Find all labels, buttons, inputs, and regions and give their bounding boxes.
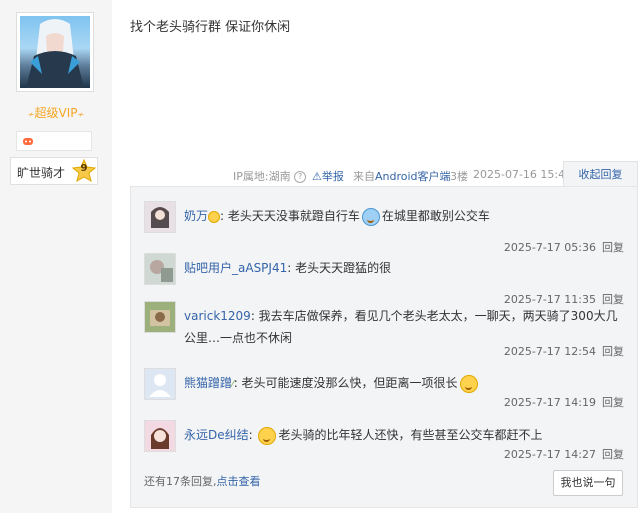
post-content: 找个老头骑行群 保证你休闲 <box>130 20 291 35</box>
avatar[interactable] <box>144 201 176 233</box>
vip-ornament-right: ≁ <box>77 110 85 119</box>
avatar[interactable] <box>144 368 176 400</box>
vip-label[interactable]: ≁超级VIP≁ <box>0 104 112 121</box>
author-avatar[interactable] <box>16 12 94 92</box>
report-link[interactable]: ⚠举报 <box>312 168 344 184</box>
reply-text: 熊猫蹭蹭⁄: 老头可能速度没那么快，但距离一项很长 <box>184 372 624 396</box>
list-item: 永远De纠结: 老头骑的比年轻人还快，有些甚至公交车都赶不上 2025-7-17… <box>144 420 624 466</box>
reply-button[interactable]: 回复 <box>602 396 624 409</box>
author-avatar-image <box>20 16 90 88</box>
reply-text: 奶万: 老头天天没事就蹬自行车 在城里都敢别公交车 <box>184 205 624 227</box>
view-more-link[interactable]: 点击查看 <box>217 475 261 488</box>
source-link[interactable]: Android客户端 <box>375 170 451 183</box>
sweat-emoji-icon <box>361 207 380 226</box>
post-date: 2025-07-16 15:45 <box>473 168 573 181</box>
reply-button[interactable]: 回复 <box>602 448 624 461</box>
reply-footer: 2025-7-17 14:19 回复 <box>503 396 624 409</box>
list-item: varick1209: 我去车店做保养，看见几个老头老太太，一聊天，两天骑了30… <box>144 301 624 373</box>
vip-ornament-left: ≁ <box>27 110 35 119</box>
avatar[interactable] <box>144 253 176 285</box>
laugh-emoji-icon <box>459 374 478 393</box>
reply-username[interactable]: 贴吧用户_aASPJ41 <box>184 261 287 275</box>
more-replies: 还有17条回复,点击查看 <box>144 475 261 488</box>
list-item: 奶万: 老头天天没事就蹬自行车 在城里都敢别公交车 2025-7-17 05:36… <box>144 201 624 261</box>
help-icon[interactable]: ? <box>294 171 307 183</box>
write-reply-button[interactable]: 我也说一句 <box>553 470 623 496</box>
avatar[interactable] <box>144 420 176 452</box>
avatar[interactable] <box>144 301 176 333</box>
reply-text: 永远De纠结: 老头骑的比年轻人还快，有些甚至公交车都赶不上 <box>184 424 624 446</box>
author-sidebar: ≁超级VIP≁ 旷世骑才 9 <box>0 0 112 513</box>
reply-footer: 2025-7-17 12:54 回复 <box>503 345 624 358</box>
list-item: 熊猫蹭蹭⁄: 老头可能速度没那么快，但距离一项很长 2025-7-17 14:1… <box>144 368 624 428</box>
reply-button[interactable]: 回复 <box>602 345 624 358</box>
level-number: 9 <box>80 163 88 174</box>
warning-icon: ⚠ <box>312 170 322 183</box>
reply-username[interactable]: 熊猫蹭蹭 <box>184 376 232 390</box>
floor-number: 3楼 <box>450 170 468 183</box>
level-name: 旷世骑才 <box>17 166 66 180</box>
game-badge-icon <box>23 138 33 145</box>
reply-list: 奶万: 老头天天没事就蹬自行车 在城里都敢别公交车 2025-7-17 05:36… <box>130 186 638 508</box>
reply-username[interactable]: 永远De纠结 <box>184 428 249 442</box>
surprised-emoji-icon <box>258 426 277 445</box>
reply-username[interactable]: 奶万 <box>184 209 208 223</box>
ip-location: IP属地:湖南 ? <box>233 168 307 184</box>
collapse-replies-button[interactable]: 收起回复 <box>563 161 638 188</box>
user-emoji-icon <box>208 210 221 223</box>
reply-text: 贴吧用户_aASPJ41: 老头天天蹬猛的很 <box>184 261 392 275</box>
post-source: 来自Android客户端 <box>353 170 451 183</box>
reply-footer: 2025-7-17 14:27 回复 <box>503 448 624 461</box>
user-level-badge[interactable]: 旷世骑才 9 <box>10 157 98 185</box>
reply-username[interactable]: varick1209 <box>184 309 251 323</box>
member-badge[interactable] <box>16 131 92 151</box>
